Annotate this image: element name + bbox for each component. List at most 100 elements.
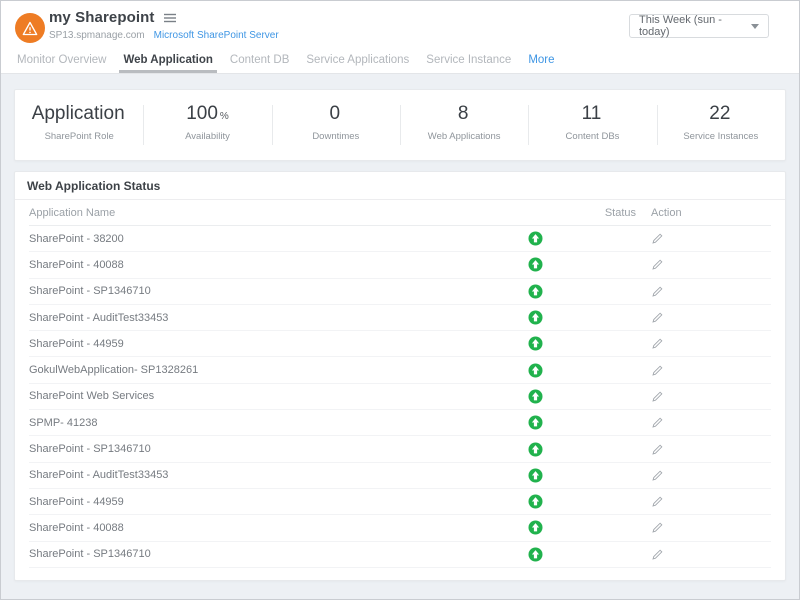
edit-icon[interactable] [651,443,664,456]
application-name-link[interactable]: SPMP- 41238 [29,417,517,429]
status-cell [517,442,642,457]
status-up-icon [528,494,543,509]
status-cell [517,389,642,404]
status-up-icon [528,415,543,430]
stat-service-instances: 22 Service Instances [657,90,785,160]
row-sharepoint-sp1346710: SharePoint - SP1346710 [29,542,771,568]
application-name-link[interactable]: SharePoint - SP1346710 [29,443,517,455]
application-name-link[interactable]: SharePoint - 38200 [29,233,517,245]
monitor-host: SP13.spmanage.com [49,30,145,41]
column-header-action: Action [642,207,771,219]
action-cell [642,232,771,245]
status-table: Application Name Status Action SharePoin… [15,200,785,580]
row-sharepoint-40088: SharePoint - 40088 [29,252,771,278]
status-cell [517,284,642,299]
row-sharepoint-web-services: SharePoint Web Services [29,384,771,410]
action-cell [642,548,771,561]
row-spmp-41238: SPMP- 41238 [29,410,771,436]
status-cell [517,415,642,430]
column-header-application-name: Application Name [29,207,517,219]
status-up-icon [528,310,543,325]
stat-unit: % [220,111,229,122]
edit-icon[interactable] [651,469,664,482]
stat-label: Web Applications [400,131,528,142]
edit-icon[interactable] [651,416,664,429]
row-sharepoint-44959: SharePoint - 44959 [29,489,771,515]
column-header-status: Status [517,207,642,219]
stat-label: SharePoint Role [15,131,143,142]
row-sharepoint-audittest33453: SharePoint - AuditTest33453 [29,305,771,331]
edit-icon[interactable] [651,390,664,403]
action-cell [642,469,771,482]
warning-triangle-icon [22,21,38,36]
stat-label: Downtimes [272,131,400,142]
action-cell [642,495,771,508]
status-cell [517,336,642,351]
action-cell [642,285,771,298]
server-type-link[interactable]: Microsoft SharePoint Server [154,30,279,41]
application-name-link[interactable]: SharePoint - SP1346710 [29,285,517,297]
header: my Sharepoint SP13.spmanage.com Microsof… [1,1,799,49]
application-name-link[interactable]: SharePoint - AuditTest33453 [29,469,517,481]
stat-web-applications: 8 Web Applications [400,90,528,160]
tab-monitor-overview[interactable]: Monitor Overview [13,49,110,73]
action-cell [642,311,771,324]
application-name-link[interactable]: SharePoint - 40088 [29,259,517,271]
application-name-link[interactable]: GokulWebApplication- SP1328261 [29,364,517,376]
action-cell [642,258,771,271]
tab-content-db[interactable]: Content DB [226,49,293,73]
edit-icon[interactable] [651,495,664,508]
row-sharepoint-audittest33453: SharePoint - AuditTest33453 [29,463,771,489]
stat-value: 11 [582,103,602,124]
app-window: my Sharepoint SP13.spmanage.com Microsof… [0,0,800,600]
hamburger-icon[interactable] [164,13,176,23]
action-cell [642,416,771,429]
monitor-title-block: my Sharepoint SP13.spmanage.com Microsof… [49,9,279,41]
action-cell [642,443,771,456]
time-range-value: This Week (sun - today) [639,14,751,38]
status-cell [517,547,642,562]
status-up-icon [528,468,543,483]
stat-label: Service Instances [657,131,785,142]
edit-icon[interactable] [651,311,664,324]
application-name-link[interactable]: SharePoint Web Services [29,390,517,402]
stat-value: 8 [458,103,469,124]
edit-icon[interactable] [651,364,664,377]
status-cell [517,494,642,509]
row-sharepoint-sp1346710: SharePoint - SP1346710 [29,279,771,305]
action-cell [642,337,771,350]
monitor-name: my Sharepoint [49,9,155,26]
status-cell [517,363,642,378]
tab-service-instance[interactable]: Service Instance [422,49,515,73]
stat-availability: 100% Availability [143,90,271,160]
edit-icon[interactable] [651,548,664,561]
application-name-link[interactable]: SharePoint - 40088 [29,522,517,534]
application-name-link[interactable]: SharePoint - 44959 [29,496,517,508]
status-cell [517,231,642,246]
action-cell [642,364,771,377]
stat-content-dbs: 11 Content DBs [528,90,656,160]
status-cell [517,310,642,325]
edit-icon[interactable] [651,258,664,271]
tab-web-application[interactable]: Web Application [119,49,216,73]
stat-label: Content DBs [528,131,656,142]
edit-icon[interactable] [651,285,664,298]
edit-icon[interactable] [651,232,664,245]
status-up-icon [528,520,543,535]
edit-icon[interactable] [651,337,664,350]
content-area: Application SharePoint Role 100% Availab… [1,74,799,581]
status-cell [517,468,642,483]
application-name-link[interactable]: SharePoint - 44959 [29,338,517,350]
web-application-status-card: Web Application Status Application Name … [14,171,786,581]
application-name-link[interactable]: SharePoint - SP1346710 [29,548,517,560]
edit-icon[interactable] [651,521,664,534]
stat-value: 22 [709,103,730,124]
table-header-row: Application Name Status Action [29,200,771,226]
time-range-select[interactable]: This Week (sun - today) [629,14,769,38]
tab-service-applications[interactable]: Service Applications [302,49,413,73]
status-up-icon [528,284,543,299]
stat-value: Application [32,103,125,124]
application-name-link[interactable]: SharePoint - AuditTest33453 [29,312,517,324]
tab-more[interactable]: More [524,49,558,73]
stat-value: 0 [330,103,341,124]
